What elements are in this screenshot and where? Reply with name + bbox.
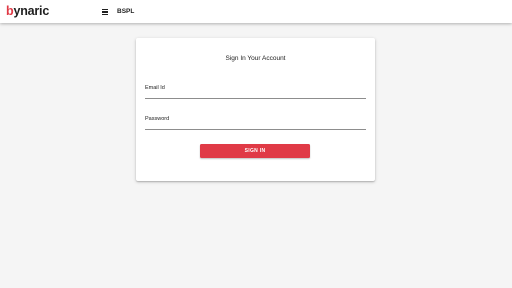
- hamburger-menu-icon[interactable]: [102, 9, 108, 16]
- email-field: Email Id: [145, 84, 366, 99]
- logo-first-letter: b: [6, 4, 14, 18]
- company-code: BSPL: [117, 8, 135, 15]
- sign-in-card: Sign In Your Account Email Id Password S…: [136, 38, 375, 181]
- menu-bar-line: [102, 13, 108, 16]
- password-input[interactable]: [145, 115, 366, 129]
- menu-bar-line: [102, 9, 108, 11]
- password-field: Password: [145, 115, 366, 130]
- menu-bar-line: [102, 11, 108, 13]
- top-app-bar: b ynaric BSPL: [0, 0, 512, 23]
- sign-in-button[interactable]: SIGN IN: [200, 144, 310, 158]
- logo-rest: ynaric: [13, 4, 50, 18]
- sign-in-title: Sign In Your Account: [225, 55, 286, 62]
- email-input[interactable]: [145, 84, 366, 98]
- bynaric-logo[interactable]: b ynaric: [6, 3, 49, 19]
